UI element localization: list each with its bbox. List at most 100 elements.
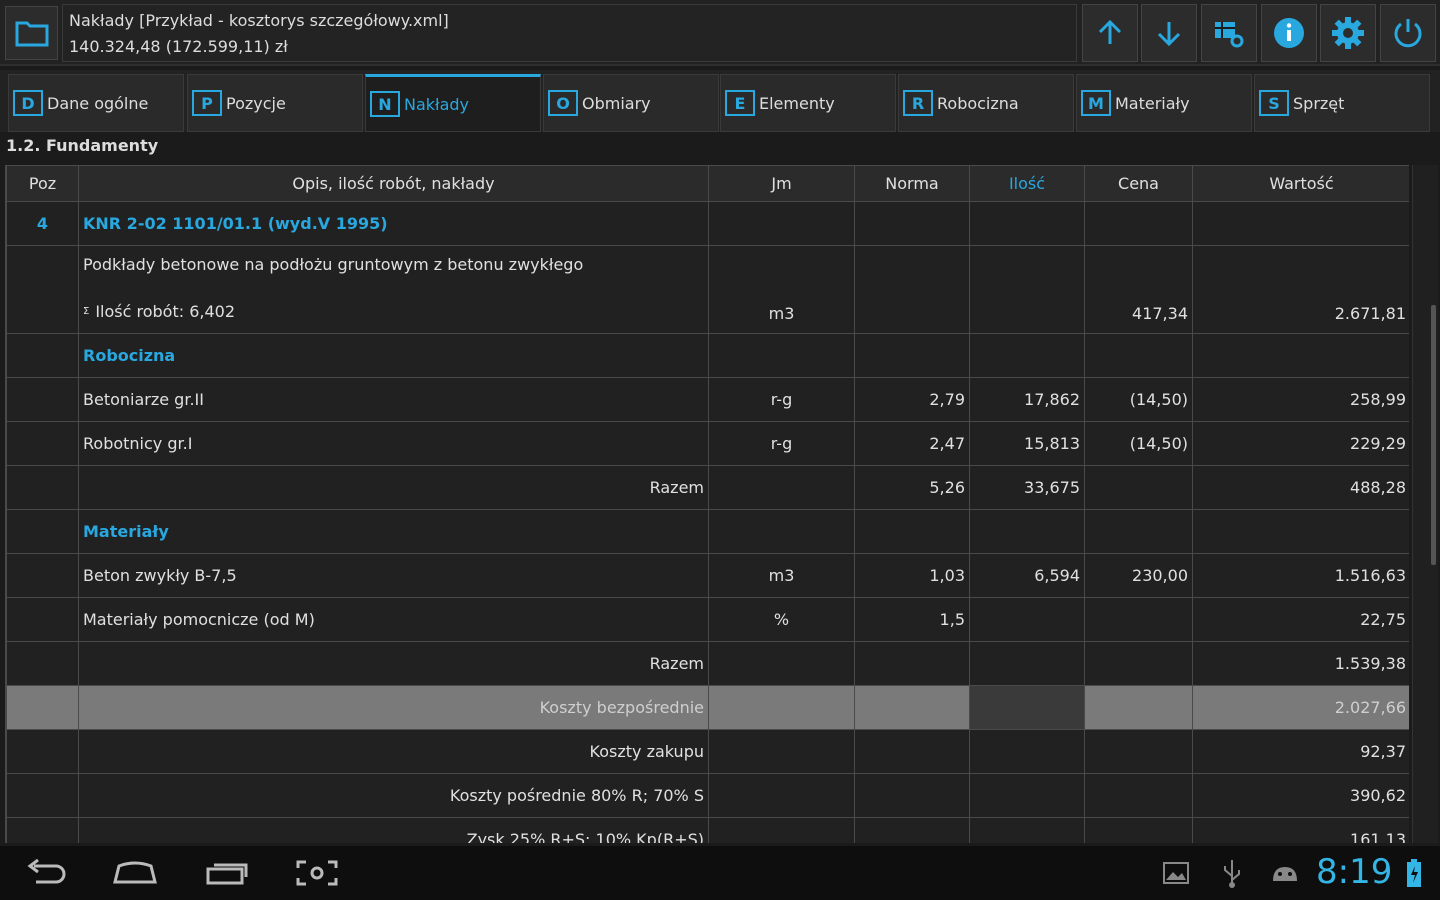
- screenshot-button[interactable]: [292, 856, 342, 890]
- tab-label: Dane ogólne: [47, 93, 149, 113]
- tab-materialy[interactable]: M Materiały: [1076, 74, 1252, 132]
- table-header-row: Poz Opis, ilość robót, nakłady Jm Norma …: [6, 165, 1409, 202]
- vertical-scrollbar[interactable]: [1412, 165, 1438, 843]
- position-number: 4: [6, 201, 79, 246]
- cost-table[interactable]: Poz Opis, ilość robót, nakłady Jm Norma …: [5, 165, 1409, 843]
- labor-total-ilosc: 33,675: [969, 465, 1085, 510]
- tab-pozycje[interactable]: P Pozycje: [187, 74, 363, 132]
- table-row[interactable]: Koszty pośrednie 80% R; 70% S 390,62: [6, 773, 1409, 818]
- summary-label: Koszty bezpośrednie: [78, 685, 709, 730]
- info-button[interactable]: [1261, 4, 1317, 62]
- tab-letter: D: [13, 90, 43, 116]
- tab-elementy[interactable]: E Elementy: [720, 74, 896, 132]
- file-title: Nakłady [Przykład - kosztorys szczegółow…: [69, 11, 449, 30]
- col-header-opis[interactable]: Opis, ilość robót, nakłady: [78, 165, 709, 202]
- move-up-button[interactable]: [1082, 4, 1138, 62]
- tab-letter: O: [548, 90, 578, 116]
- tab-dane-ogolne[interactable]: D Dane ogólne: [8, 74, 184, 132]
- status-clock[interactable]: 8:19: [1316, 852, 1392, 892]
- col-header-cena[interactable]: Cena: [1084, 165, 1193, 202]
- summary-label: Koszty pośrednie 80% R; 70% S: [78, 773, 709, 818]
- info-icon: [1274, 18, 1304, 48]
- summary-value: 92,37: [1192, 729, 1409, 774]
- battery-indicator[interactable]: [1402, 856, 1426, 890]
- settings-button[interactable]: [1320, 4, 1376, 62]
- table-row[interactable]: Robotnicy gr.I r-g 2,47 15,813 (14,50) 2…: [6, 421, 1409, 466]
- tab-label: Nakłady: [404, 94, 470, 114]
- row-ilosc: 17,862: [969, 377, 1085, 422]
- tab-letter: M: [1081, 90, 1111, 116]
- tab-naklady[interactable]: N Nakłady: [365, 74, 541, 132]
- summary-label: Zysk 25% R+S; 10% Kp(R+S): [78, 817, 709, 843]
- table-row-selected[interactable]: Koszty bezpośrednie 2.027,66: [6, 685, 1409, 730]
- total-amount: 140.324,48 (172.599,11) zł: [69, 37, 288, 56]
- row-ilosc: [969, 597, 1085, 642]
- table-row[interactable]: Beton zwykły B-7,5 m3 1,03 6,594 230,00 …: [6, 553, 1409, 598]
- home-icon: [113, 861, 157, 884]
- row-desc: Robotnicy gr.I: [78, 421, 709, 466]
- table-row[interactable]: Robocizna: [6, 333, 1409, 378]
- move-down-button[interactable]: [1141, 4, 1197, 62]
- row-jm: r-g: [708, 421, 855, 466]
- gallery-notification[interactable]: [1160, 856, 1192, 890]
- table-row[interactable]: Podkłady betonowe na podłożu gruntowym z…: [6, 245, 1409, 334]
- table-row[interactable]: Zysk 25% R+S; 10% Kp(R+S) 161,13: [6, 817, 1409, 843]
- row-jm: %: [708, 597, 855, 642]
- material-total-wartosc: 1.539,38: [1192, 641, 1409, 686]
- back-button[interactable]: [22, 856, 70, 890]
- col-header-norma[interactable]: Norma: [854, 165, 970, 202]
- android-debug-notification[interactable]: [1268, 856, 1302, 890]
- summary-value: 2.027,66: [1192, 685, 1409, 730]
- position-code[interactable]: KNR 2-02 1101/01.1 (wyd.V 1995): [78, 201, 709, 246]
- usb-icon: [1224, 860, 1240, 888]
- usb-notification[interactable]: [1218, 856, 1246, 890]
- row-ilosc: 15,813: [969, 421, 1085, 466]
- row-wartosc: 22,75: [1192, 597, 1409, 642]
- labor-total-norma: 5,26: [854, 465, 970, 510]
- tab-letter: N: [370, 91, 400, 117]
- recent-apps-button[interactable]: [202, 856, 252, 890]
- home-button[interactable]: [110, 856, 160, 890]
- row-desc: Betoniarze gr.II: [78, 377, 709, 422]
- group-materials[interactable]: Materiały: [78, 509, 709, 554]
- open-file-button[interactable]: [5, 6, 58, 60]
- scrollbar-thumb[interactable]: [1431, 305, 1436, 565]
- exit-button[interactable]: [1380, 4, 1436, 62]
- position-price: 417,34: [1084, 245, 1193, 334]
- row-cena: (14,50): [1084, 377, 1193, 422]
- view-settings-button[interactable]: [1201, 4, 1257, 62]
- row-cena: [1084, 597, 1193, 642]
- recent-apps-icon: [206, 863, 248, 885]
- map-settings-icon: [1215, 22, 1244, 48]
- quantity-text: Ilość robót: 6,402: [95, 302, 236, 321]
- arrow-up-icon: [1098, 19, 1122, 44]
- app-header: Nakłady [Przykład - kosztorys szczegółow…: [0, 0, 1440, 66]
- summary-value: 390,62: [1192, 773, 1409, 818]
- row-wartosc: 258,99: [1192, 377, 1409, 422]
- table-row[interactable]: Razem 5,26 33,675 488,28: [6, 465, 1409, 510]
- row-norma: 2,47: [854, 421, 970, 466]
- tab-label: Materiały: [1115, 93, 1190, 113]
- image-icon: [1163, 862, 1189, 884]
- table-row[interactable]: Materiały: [6, 509, 1409, 554]
- tab-letter: S: [1259, 90, 1289, 116]
- tab-sprzet[interactable]: S Sprzęt: [1254, 74, 1430, 132]
- table-row[interactable]: Koszty zakupu 92,37: [6, 729, 1409, 774]
- tab-robocizna[interactable]: R Robocizna: [898, 74, 1074, 132]
- col-header-poz[interactable]: Poz: [6, 165, 79, 202]
- group-labor[interactable]: Robocizna: [78, 333, 709, 378]
- col-header-jm[interactable]: Jm: [708, 165, 855, 202]
- tab-obmiary[interactable]: O Obmiary: [543, 74, 719, 132]
- row-desc: Materiały pomocnicze (od M): [78, 597, 709, 642]
- labor-total-wartosc: 488,28: [1192, 465, 1409, 510]
- table-row[interactable]: Materiały pomocnicze (od M) % 1,5 22,75: [6, 597, 1409, 642]
- table-row[interactable]: Betoniarze gr.II r-g 2,79 17,862 (14,50)…: [6, 377, 1409, 422]
- table-row[interactable]: 4 KNR 2-02 1101/01.1 (wyd.V 1995): [6, 201, 1409, 246]
- col-header-ilosc[interactable]: Ilość: [969, 165, 1085, 202]
- row-cena: 230,00: [1084, 553, 1193, 598]
- col-header-wartosc[interactable]: Wartość: [1192, 165, 1409, 202]
- tab-label: Sprzęt: [1293, 93, 1345, 113]
- table-row[interactable]: Razem 1.539,38: [6, 641, 1409, 686]
- selected-cell[interactable]: [969, 685, 1085, 730]
- tab-label: Elementy: [759, 93, 835, 113]
